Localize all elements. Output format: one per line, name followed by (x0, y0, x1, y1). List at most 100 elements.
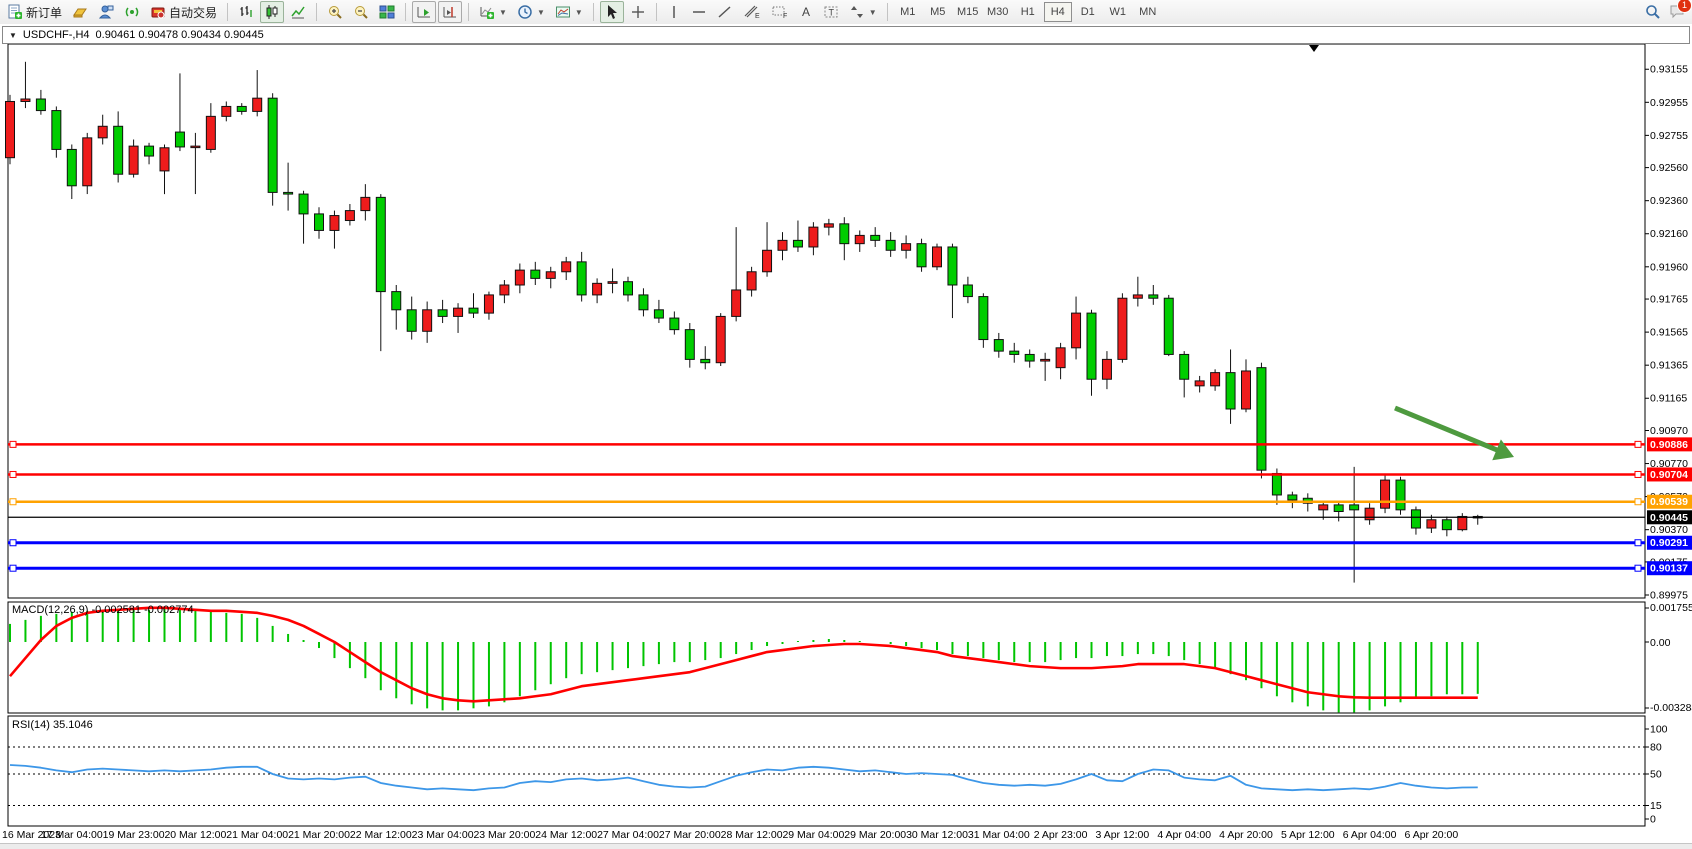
candle (284, 192, 293, 194)
line-handle[interactable] (10, 540, 16, 546)
templates-button[interactable]: ▼ (551, 1, 587, 23)
text-button[interactable]: A (795, 1, 817, 23)
candle (222, 106, 231, 116)
periods-dropdown-arrow[interactable]: ▼ (537, 8, 545, 17)
channel-button[interactable]: F (767, 1, 793, 23)
candle (685, 330, 694, 360)
timeframe-m15-button[interactable]: M15 (954, 2, 982, 22)
candle (515, 270, 524, 285)
cursor-button[interactable] (600, 1, 624, 23)
gold-bar-icon (72, 4, 88, 20)
candle (1118, 298, 1127, 359)
time-axis-label: 23 Mar 04:00 (412, 829, 474, 841)
timeframe-mn-button[interactable]: MN (1134, 2, 1162, 22)
time-axis-label: 4 Apr 04:00 (1157, 829, 1211, 841)
status-bar (0, 843, 1692, 849)
indicators-button[interactable]: ▼ (475, 1, 511, 23)
line-handle[interactable] (10, 565, 16, 571)
timeframe-m5-button[interactable]: M5 (924, 2, 952, 22)
line-chart-button[interactable] (286, 1, 310, 23)
candle (1350, 505, 1359, 510)
line-handle[interactable] (1635, 565, 1641, 571)
timeframe-h1-button[interactable]: H1 (1014, 2, 1042, 22)
line-handle[interactable] (10, 441, 16, 447)
candle (1149, 295, 1158, 298)
tile-windows-button[interactable] (375, 1, 399, 23)
horizontal-line-button[interactable] (687, 1, 711, 23)
auto-trading-button[interactable]: 自动交易 (146, 1, 221, 23)
price-axis-label: 0.91765 (1650, 294, 1688, 306)
candle (145, 146, 154, 156)
chart-window: 0.933500.931550.929550.927550.925600.923… (0, 24, 1692, 849)
candle (191, 146, 200, 148)
chart-shift-icon (442, 4, 458, 20)
fibonacci-icon: E (743, 4, 761, 20)
candle (129, 146, 138, 174)
signal-button[interactable] (120, 1, 144, 23)
price-line-badge-label: 0.90137 (1650, 563, 1688, 575)
search-icon[interactable] (1644, 3, 1662, 21)
price-axis-label: 0.90370 (1650, 524, 1688, 536)
candle (546, 272, 555, 279)
timeframe-d1-button[interactable]: D1 (1074, 2, 1102, 22)
arrows-button[interactable]: ▼ (845, 1, 881, 23)
timeframe-group: M1M5M15M30H1H4D1W1MN (891, 0, 1165, 24)
collapse-chart-icon[interactable]: ▼ (9, 31, 17, 40)
clock-icon (517, 4, 533, 20)
time-axis-label: 22 Mar 12:00 (350, 829, 412, 841)
line-handle[interactable] (1635, 471, 1641, 477)
candle (83, 138, 92, 186)
candle (361, 197, 370, 210)
bar-chart-icon (238, 4, 254, 20)
arrows-dropdown-arrow[interactable]: ▼ (869, 8, 877, 17)
chart-canvas[interactable]: 0.933500.931550.929550.927550.925600.923… (0, 24, 1692, 849)
vertical-line-icon (667, 4, 681, 20)
trendline-button[interactable] (713, 1, 737, 23)
candle (716, 316, 725, 362)
line-handle[interactable] (1635, 540, 1641, 546)
line-handle[interactable] (1635, 441, 1641, 447)
candle (299, 194, 308, 214)
indicators-dropdown-arrow[interactable]: ▼ (499, 8, 507, 17)
templates-dropdown-arrow[interactable]: ▼ (575, 8, 583, 17)
crosshair-button[interactable] (626, 1, 650, 23)
notifications-button[interactable]: 1 (1668, 2, 1686, 23)
rsi-axis-label: 0 (1650, 814, 1656, 826)
price-axis-label: 0.91165 (1650, 393, 1687, 405)
candle (392, 292, 401, 310)
vertical-line-button[interactable] (663, 1, 685, 23)
candle (531, 270, 540, 278)
timeframe-m1-button[interactable]: M1 (894, 2, 922, 22)
candle (747, 272, 756, 290)
text-label-button[interactable]: T (819, 1, 843, 23)
periods-button[interactable]: ▼ (513, 1, 549, 23)
line-handle[interactable] (1635, 499, 1641, 505)
fibonacci-button[interactable]: E (739, 1, 765, 23)
time-axis-label: 6 Apr 20:00 (1405, 829, 1459, 841)
candle (701, 359, 710, 362)
candle (1164, 298, 1173, 354)
price-line-badge-label: 0.90291 (1650, 537, 1688, 549)
timeframe-h4-button[interactable]: H4 (1044, 2, 1072, 22)
candle (1226, 373, 1235, 409)
timeframe-w1-button[interactable]: W1 (1104, 2, 1132, 22)
gold-button[interactable] (68, 1, 92, 23)
chart-shift-button[interactable] (438, 1, 462, 23)
candle (670, 318, 679, 330)
candlestick-chart-button[interactable] (260, 1, 284, 23)
zoom-in-button[interactable] (323, 1, 347, 23)
time-axis-label: 21 Mar 20:00 (288, 829, 350, 841)
expert-advisor-button[interactable] (94, 1, 118, 23)
new-order-button[interactable]: 新订单 (3, 1, 66, 23)
time-axis-label: 4 Apr 20:00 (1219, 829, 1273, 841)
timeframe-m30-button[interactable]: M30 (984, 2, 1012, 22)
auto-scroll-button[interactable] (412, 1, 436, 23)
signal-icon (124, 4, 140, 20)
zoom-out-button[interactable] (349, 1, 373, 23)
candle (1365, 508, 1374, 520)
line-handle[interactable] (10, 471, 16, 477)
channel-icon: F (771, 4, 789, 20)
candle (500, 285, 509, 295)
line-handle[interactable] (10, 499, 16, 505)
bar-chart-button[interactable] (234, 1, 258, 23)
